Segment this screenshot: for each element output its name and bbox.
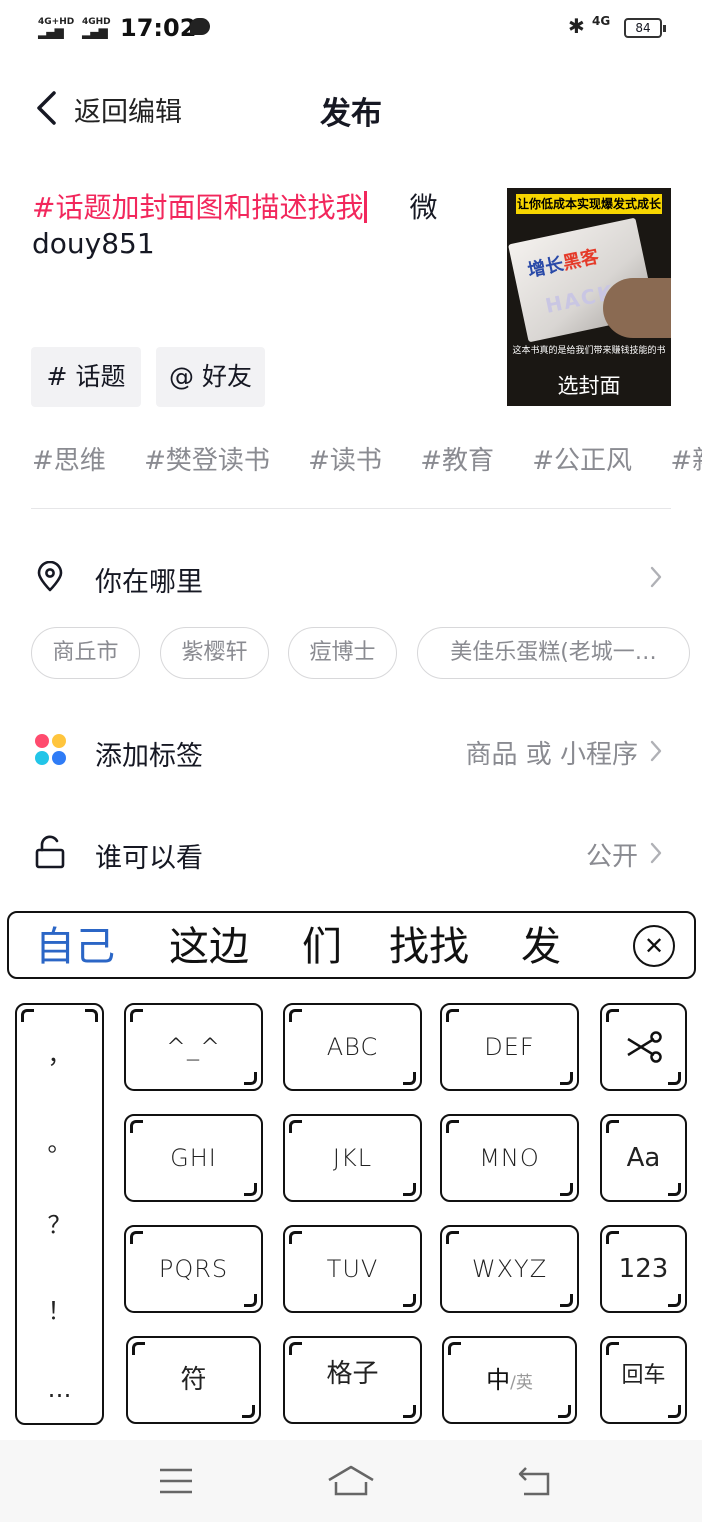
ime-candidate[interactable]: 发: [521, 925, 561, 969]
tags-dots-icon: [35, 734, 67, 766]
punct-key[interactable]: ，: [17, 1035, 102, 1070]
cut-key[interactable]: [600, 1003, 687, 1091]
numbers-key[interactable]: 123: [600, 1225, 687, 1313]
key-jkl[interactable]: JKL: [283, 1114, 422, 1202]
key-emoticon[interactable]: ^_^: [124, 1003, 263, 1091]
location-chip[interactable]: 痘博士: [288, 627, 397, 679]
signal-bars-icon: ▂▄▆: [82, 25, 108, 39]
chevron-right-icon[interactable]: [649, 565, 663, 589]
clock: 17:02: [120, 14, 197, 42]
who-can-see-label[interactable]: 谁可以看: [95, 836, 203, 875]
hashtag-suggestion[interactable]: #公正风: [532, 446, 632, 476]
close-candidates-icon[interactable]: ✕: [633, 925, 675, 967]
key-tuv[interactable]: TUV: [283, 1225, 422, 1313]
chevron-right-icon[interactable]: [649, 841, 663, 865]
add-tag-label[interactable]: 添加标签: [95, 734, 203, 773]
add-tag-value[interactable]: 商品 或 小程序: [465, 734, 638, 771]
back-nav-icon[interactable]: [516, 1464, 552, 1498]
ime-candidate-bar: 自己 这边 们 找找 发: [7, 911, 696, 979]
description-text: 微: [409, 191, 438, 224]
bluetooth-icon: ✱: [568, 14, 585, 38]
select-cover-button[interactable]: 选封面: [507, 370, 671, 400]
punct-key[interactable]: 。: [17, 1123, 102, 1158]
add-topic-button[interactable]: # 话题: [31, 347, 141, 407]
location-chip[interactable]: 商丘市: [31, 627, 140, 679]
battery-icon: 84: [624, 18, 666, 38]
ime-candidate[interactable]: 们: [302, 925, 342, 969]
hashtag-suggestion[interactable]: #樊登读书: [144, 446, 270, 476]
text-caret: [364, 191, 368, 223]
punct-key[interactable]: …: [17, 1375, 102, 1403]
hashtag-suggestion[interactable]: #教育: [420, 446, 494, 476]
key-wxyz[interactable]: WXYZ: [440, 1225, 579, 1313]
signal-indicator-2: 4GHD ▂▄▆: [82, 16, 111, 39]
location-row-label[interactable]: 你在哪里: [95, 560, 203, 599]
ime-candidate[interactable]: 自己: [35, 925, 115, 969]
cover-book-title: 增长黑客: [525, 242, 601, 282]
signal-indicator-1: 4G+HD ▂▄▆: [38, 16, 74, 39]
network-type: 4G: [592, 14, 611, 28]
menu-icon[interactable]: [158, 1466, 194, 1496]
hashtag-suggestion[interactable]: #新: [670, 446, 702, 476]
key-pqrs[interactable]: PQRS: [124, 1225, 263, 1313]
cover-thumbnail[interactable]: 让你低成本实现爆发式成长 增长黑客 HACK 这本书真的是给我们带来赚钱技能的书…: [507, 188, 671, 406]
key-ghi[interactable]: GHI: [124, 1114, 263, 1202]
cover-caption: 这本书真的是给我们带来赚钱技能的书: [512, 346, 666, 356]
location-chip[interactable]: 美佳乐蛋糕(老城一…: [417, 627, 690, 679]
space-key[interactable]: 格子: [283, 1336, 422, 1424]
hashtag-suggestion[interactable]: #读书: [308, 446, 382, 476]
enter-key[interactable]: 回车: [600, 1336, 687, 1424]
case-toggle-key[interactable]: Aa: [600, 1114, 687, 1202]
punct-key[interactable]: ！: [17, 1291, 102, 1326]
signal-bars-icon: ▂▄▆: [38, 25, 64, 39]
mention-friend-button[interactable]: @ 好友: [156, 347, 265, 407]
back-chevron-icon[interactable]: [34, 90, 58, 126]
language-alt: /英: [510, 1373, 533, 1393]
chevron-right-icon[interactable]: [649, 739, 663, 763]
system-nav-bar: [0, 1440, 702, 1522]
punct-key[interactable]: ？: [17, 1205, 102, 1240]
scissors-icon: [626, 1031, 662, 1063]
hashtag-suggestions: #思维 #樊登读书 #读书 #教育 #公正风 #新: [32, 440, 702, 477]
key-def[interactable]: DEF: [440, 1003, 579, 1091]
key-mno[interactable]: MNO: [440, 1114, 579, 1202]
location-pin-icon: [37, 561, 63, 592]
description-hashtag: #话题加封面图和描述找我: [32, 191, 364, 224]
lock-icon: [35, 835, 65, 869]
symbol-key[interactable]: 符: [126, 1336, 261, 1424]
location-chip[interactable]: 紫樱轩: [160, 627, 269, 679]
language-switch-key[interactable]: 中/英: [442, 1336, 577, 1424]
ime-candidate[interactable]: 找找: [389, 925, 469, 969]
language-main: 中: [486, 1366, 511, 1394]
description-input[interactable]: #话题加封面图和描述找我 微 douy851: [32, 190, 472, 262]
punctuation-column[interactable]: ， 。 ？ ！ …: [15, 1003, 104, 1425]
cover-book-title-blue: 增长: [525, 253, 566, 282]
description-text-line2: douy851: [32, 227, 155, 260]
divider: [31, 508, 671, 509]
ime-candidate[interactable]: 这边: [169, 925, 249, 969]
chat-notification-icon: [190, 18, 210, 35]
hashtag-suggestion[interactable]: #思维: [32, 446, 106, 476]
back-to-edit-button[interactable]: 返回编辑: [74, 90, 182, 129]
key-abc[interactable]: ABC: [283, 1003, 422, 1091]
status-bar: 4G+HD ▂▄▆ 4GHD ▂▄▆ 17:02 ✱ 4G 84: [0, 0, 702, 56]
visibility-value[interactable]: 公开: [586, 836, 638, 873]
cover-banner: 让你低成本实现爆发式成长: [516, 194, 662, 214]
home-icon[interactable]: [326, 1464, 376, 1498]
cover-hand-image: [603, 278, 671, 338]
cover-book-title-red: 黑客: [561, 246, 601, 275]
